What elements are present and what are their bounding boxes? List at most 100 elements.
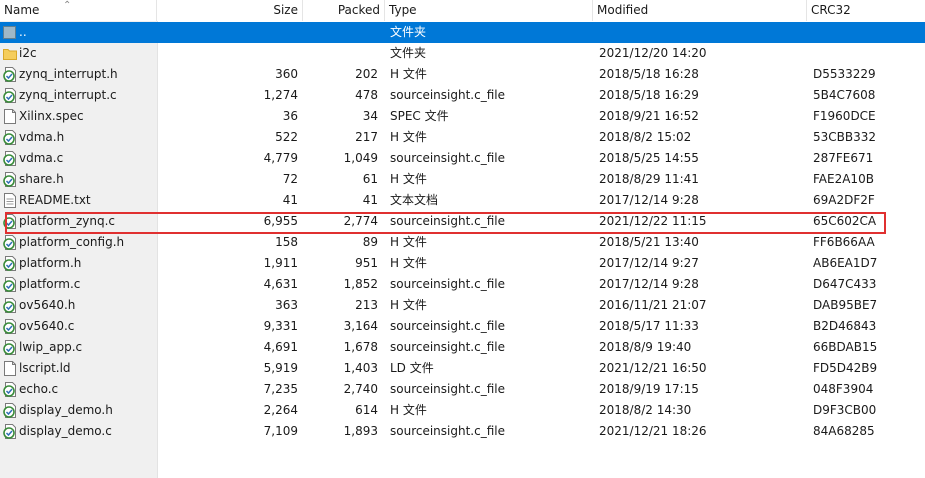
file-row[interactable]: platform_config.h 158 89 H 文件 2018/5/21 13:4… bbox=[0, 232, 925, 253]
column-header-size[interactable]: Size bbox=[157, 0, 303, 21]
file-crc32: 048F3904 bbox=[813, 382, 874, 396]
file-name: platform_zynq.c bbox=[19, 214, 116, 228]
file-row[interactable]: platform_zynq.c 6,955 2,774 sourceinsight.c… bbox=[0, 211, 925, 232]
file-name: vdma.c bbox=[19, 151, 64, 165]
file-row[interactable]: zynq_interrupt.h 360 202 H 文件 2018/5/18 16:2… bbox=[0, 64, 925, 85]
file-row[interactable]: share.h 72 61 H 文件 2018/8/29 11:41 FAE2A10B bbox=[0, 169, 925, 190]
file-type: H 文件 bbox=[390, 403, 427, 417]
file-size bbox=[157, 22, 298, 43]
file-row[interactable]: display_demo.h 2,264 614 H 文件 2018/8/2 14:30… bbox=[0, 400, 925, 421]
column-header-packed[interactable]: Packed bbox=[303, 0, 385, 21]
file-row[interactable]: Xilinx.spec 36 34 SPEC 文件 2018/9/21 16:52 F19… bbox=[0, 106, 925, 127]
file-row[interactable]: echo.c 7,235 2,740 sourceinsight.c_file 2018… bbox=[0, 379, 925, 400]
file-type: SPEC 文件 bbox=[390, 109, 449, 123]
file-modified: 2018/5/17 11:33 bbox=[599, 319, 699, 333]
file-type: H 文件 bbox=[390, 172, 427, 186]
file-type: sourceinsight.c_file bbox=[390, 424, 505, 438]
file-name: README.txt bbox=[19, 193, 91, 207]
source-file-icon bbox=[3, 130, 17, 145]
file-name: platform.h bbox=[19, 256, 82, 270]
source-file-icon bbox=[3, 256, 17, 271]
file-packed-size bbox=[303, 22, 378, 43]
file-row[interactable]: ov5640.c 9,331 3,164 sourceinsight.c_file 20… bbox=[0, 316, 925, 337]
file-modified: 2021/12/21 16:50 bbox=[599, 361, 707, 375]
file-packed-size: 1,403 bbox=[343, 361, 378, 375]
file-crc32: FF6B66AA bbox=[813, 235, 875, 249]
file-row[interactable]: zynq_interrupt.c 1,274 478 sourceinsight.c_… bbox=[0, 85, 925, 106]
file-crc32: DAB95BE7 bbox=[813, 298, 878, 312]
file-size: 72 bbox=[282, 172, 298, 186]
file-packed-size: 213 bbox=[355, 298, 378, 312]
file-size: 4,691 bbox=[263, 340, 298, 354]
file-size: 6,955 bbox=[263, 214, 298, 228]
column-header-modified[interactable]: Modified bbox=[593, 0, 807, 21]
file-type: sourceinsight.c_file bbox=[390, 319, 505, 333]
column-header-name-label: Name bbox=[4, 3, 40, 17]
file-modified: 2018/5/21 13:40 bbox=[599, 235, 699, 249]
file-modified: 2017/12/14 9:27 bbox=[599, 256, 699, 270]
file-modified: 2018/8/29 11:41 bbox=[599, 172, 699, 186]
file-row[interactable]: platform.c 4,631 1,852 sourceinsight.c_file… bbox=[0, 274, 925, 295]
file-row[interactable]: lscript.ld 5,919 1,403 LD 文件 2021/12/21 16:5… bbox=[0, 358, 925, 379]
file-packed-size bbox=[303, 43, 378, 64]
file-crc32: 5B4C7608 bbox=[813, 88, 876, 102]
parent-folder-icon bbox=[3, 25, 17, 40]
column-header-crc32[interactable]: CRC32 bbox=[807, 0, 925, 21]
file-crc32 bbox=[813, 22, 923, 43]
file-modified: 2021/12/20 14:20 bbox=[599, 46, 707, 60]
file-row[interactable]: platform.h 1,911 951 H 文件 2017/12/14 9:27 AB6… bbox=[0, 253, 925, 274]
column-header-bar: Name ⌃ Size Packed Type Modified CRC32 bbox=[0, 0, 925, 22]
file-modified: 2018/9/19 17:15 bbox=[599, 382, 699, 396]
file-row[interactable]: vdma.h 522 217 H 文件 2018/8/2 15:02 53CBB332 bbox=[0, 127, 925, 148]
file-modified: 2016/11/21 21:07 bbox=[599, 298, 707, 312]
file-packed-size: 202 bbox=[355, 67, 378, 81]
file-packed-size: 951 bbox=[355, 256, 378, 270]
column-header-type[interactable]: Type bbox=[385, 0, 593, 21]
column-header-name[interactable]: Name ⌃ bbox=[0, 0, 157, 21]
file-row[interactable]: .. 文件夹 bbox=[0, 22, 925, 43]
file-size: 41 bbox=[282, 193, 298, 207]
file-name: i2c bbox=[19, 46, 37, 60]
file-name: display_demo.h bbox=[19, 403, 113, 417]
file-crc32: AB6EA1D7 bbox=[813, 256, 878, 270]
file-packed-size: 2,740 bbox=[343, 382, 378, 396]
file-type: H 文件 bbox=[390, 235, 427, 249]
file-type: sourceinsight.c_file bbox=[390, 151, 505, 165]
file-type: sourceinsight.c_file bbox=[390, 277, 505, 291]
file-type: LD 文件 bbox=[390, 361, 434, 375]
file-row[interactable]: vdma.c 4,779 1,049 sourceinsight.c_file 2018… bbox=[0, 148, 925, 169]
file-row[interactable]: i2c 文件夹 2021/12/20 14:20 bbox=[0, 43, 925, 64]
file-row[interactable]: README.txt 41 41 文本文档 2017/12/14 9:28 69A2DF2… bbox=[0, 190, 925, 211]
file-packed-size: 1,678 bbox=[343, 340, 378, 354]
file-row[interactable]: display_demo.c 7,109 1,893 sourceinsight.c_… bbox=[0, 421, 925, 442]
file-size: 7,109 bbox=[263, 424, 298, 438]
blank-file-icon bbox=[3, 361, 17, 376]
file-size: 9,331 bbox=[263, 319, 298, 333]
file-size: 7,235 bbox=[263, 382, 298, 396]
file-modified: 2021/12/22 11:15 bbox=[599, 214, 707, 228]
sort-ascending-icon: ⌃ bbox=[63, 0, 72, 11]
file-modified bbox=[599, 22, 799, 43]
file-crc32: 69A2DF2F bbox=[813, 193, 875, 207]
file-crc32: FD5D42B9 bbox=[813, 361, 878, 375]
file-packed-size: 217 bbox=[355, 130, 378, 144]
file-size: 1,274 bbox=[263, 88, 298, 102]
column-header-crc32-label: CRC32 bbox=[811, 3, 851, 17]
file-packed-size: 61 bbox=[362, 172, 378, 186]
file-packed-size: 478 bbox=[355, 88, 378, 102]
file-row[interactable]: ov5640.h 363 213 H 文件 2016/11/21 21:07 DAB95B… bbox=[0, 295, 925, 316]
file-packed-size: 89 bbox=[362, 235, 378, 249]
source-file-icon bbox=[3, 319, 17, 334]
source-file-icon bbox=[3, 424, 17, 439]
file-row[interactable]: lwip_app.c 4,691 1,678 sourceinsight.c_file… bbox=[0, 337, 925, 358]
file-name: vdma.h bbox=[19, 130, 65, 144]
file-crc32 bbox=[813, 43, 923, 64]
file-packed-size: 41 bbox=[362, 193, 378, 207]
file-modified: 2018/8/2 14:30 bbox=[599, 403, 692, 417]
file-type: sourceinsight.c_file bbox=[390, 88, 505, 102]
file-type: sourceinsight.c_file bbox=[390, 382, 505, 396]
file-name: platform.c bbox=[19, 277, 81, 291]
file-name: echo.c bbox=[19, 382, 59, 396]
file-crc32: 287FE671 bbox=[813, 151, 874, 165]
file-packed-size: 614 bbox=[355, 403, 378, 417]
